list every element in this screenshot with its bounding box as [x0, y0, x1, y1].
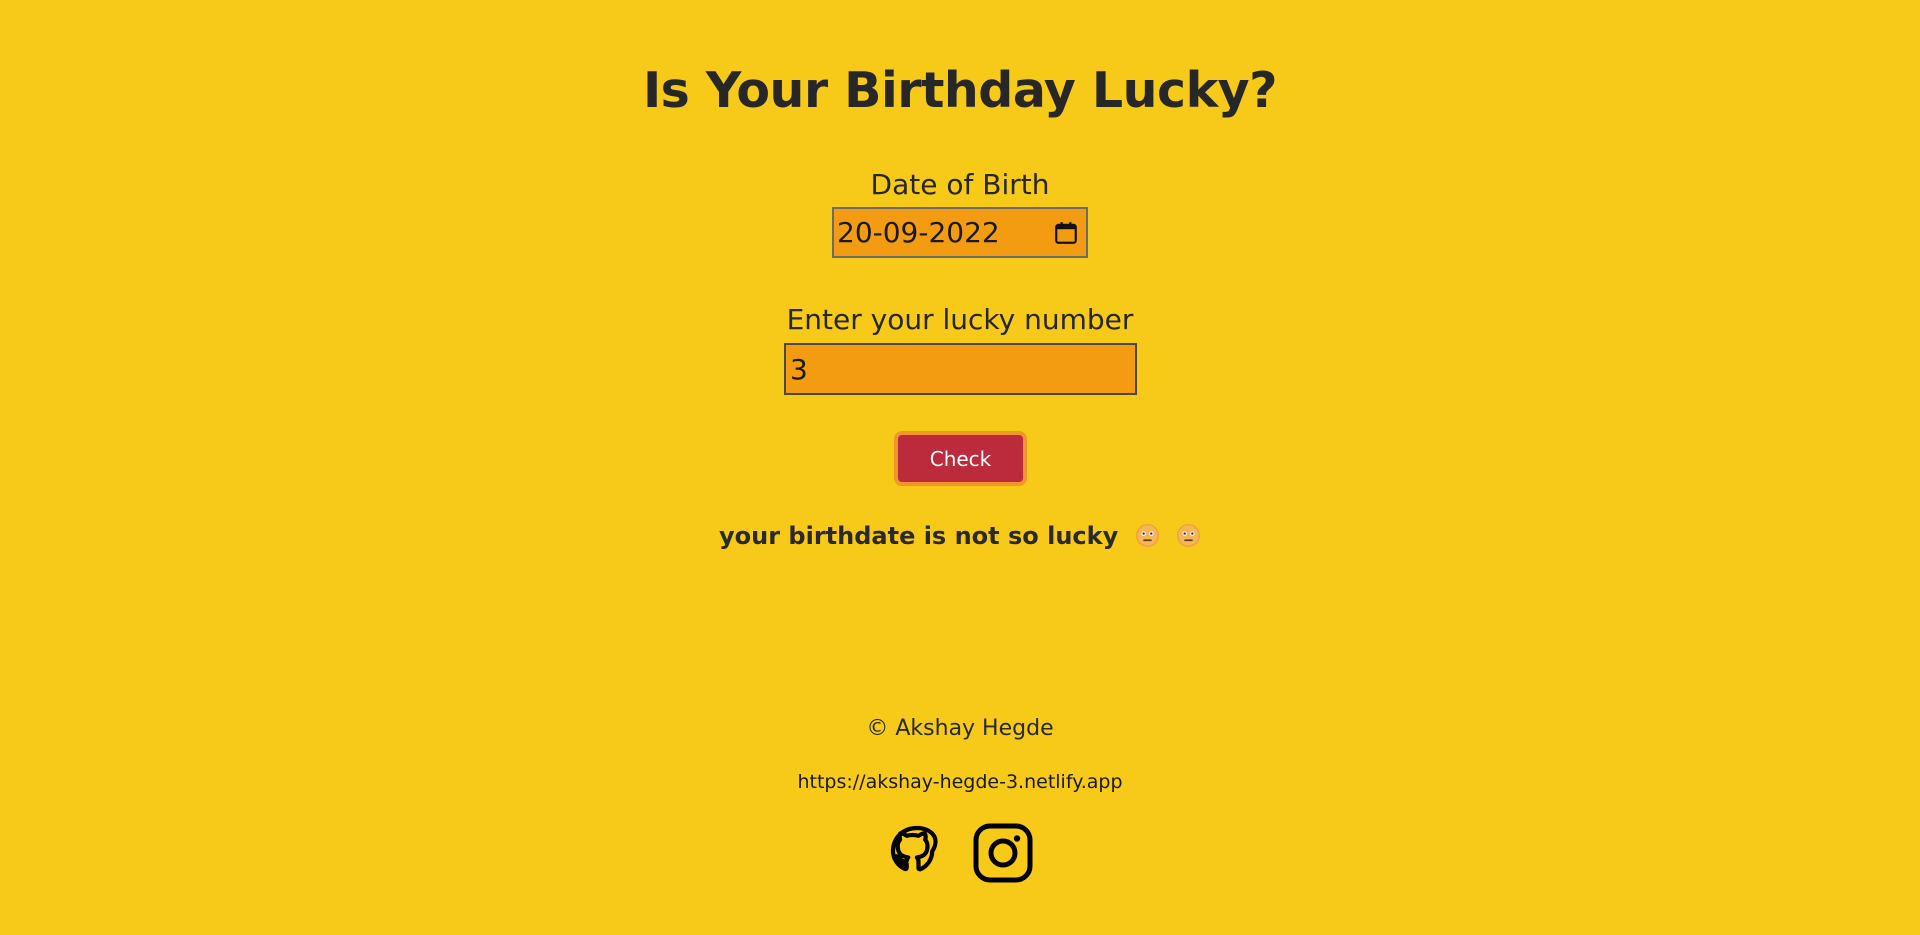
- social-links: [0, 820, 1920, 886]
- result-message: your birthdate is not so lucky: [719, 522, 1119, 550]
- neutral-face-icon: [1135, 523, 1160, 548]
- lucky-number-input[interactable]: 3: [784, 343, 1137, 395]
- check-button[interactable]: Check: [894, 431, 1027, 486]
- result-message-row: your birthdate is not so lucky: [0, 522, 1920, 550]
- page-title: Is Your Birthday Lucky?: [642, 62, 1278, 119]
- instagram-link[interactable]: [970, 820, 1036, 886]
- github-icon: [884, 820, 950, 886]
- dob-value: 20-09-2022: [837, 216, 1000, 249]
- copyright-text: © Akshay Hegde: [866, 716, 1054, 741]
- instagram-icon: [970, 820, 1036, 886]
- dob-input[interactable]: 20-09-2022: [832, 207, 1088, 258]
- neutral-face-icon: [1176, 523, 1201, 548]
- page: Is Your Birthday Lucky? Date of Birth 20…: [0, 0, 1920, 935]
- lucky-number-label: Enter your lucky number: [786, 303, 1134, 336]
- calendar-icon[interactable]: [1053, 220, 1079, 246]
- portfolio-link[interactable]: https://akshay-hegde-3.netlify.app: [0, 771, 1920, 793]
- lucky-number-value: 3: [790, 352, 808, 386]
- github-link[interactable]: [884, 820, 950, 886]
- dob-label: Date of Birth: [870, 168, 1050, 201]
